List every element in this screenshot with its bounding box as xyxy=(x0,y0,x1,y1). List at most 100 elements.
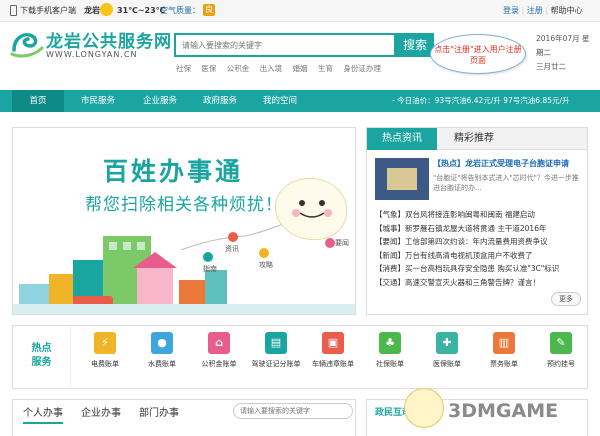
house-icon: ⌂ xyxy=(208,332,230,354)
affairs-search-input[interactable] xyxy=(233,403,353,419)
hot-search-words: 社保 医保 公积金 出入境 婚姻 生育 身份证办理 xyxy=(176,63,389,74)
tab-personal-affairs[interactable]: 个人办事 xyxy=(23,404,63,424)
hot-word-link[interactable]: 医保 xyxy=(201,64,216,73)
oil-price-ticker: - 今日油价：93号汽油6.42元/升 97号汽油6.85元/升 xyxy=(392,96,570,105)
mobile-phone-icon xyxy=(10,5,17,16)
nav-tab-my-space[interactable]: 我的空间 xyxy=(252,90,308,112)
water-drop-icon: ● xyxy=(151,332,173,354)
news-panel: 热点资讯 精彩推荐 【热点】龙岩正式受理电子台胞证申请 "台胞证"将告别本式进入… xyxy=(366,127,588,315)
heading-line: 热点 xyxy=(31,343,52,354)
leaf-icon: ♣ xyxy=(379,332,401,354)
heading-line: 服务 xyxy=(31,357,52,368)
hot-word-link[interactable]: 身份证办理 xyxy=(343,64,381,73)
service-label: 水费账单 xyxy=(148,360,176,368)
top-bar: 下载手机客户端 龙岩 31℃~23℃ 空气质量： 良 登录 | 注册 | 帮助中… xyxy=(0,0,600,22)
headline-summary: "台胞证"将告别本式进入"芯时代"？今进一步推进台胞证的办... xyxy=(433,174,579,192)
more-news-button[interactable]: 更多 xyxy=(551,292,581,306)
service-tile[interactable]: ✚ 医保账单 xyxy=(421,332,473,369)
building xyxy=(19,284,49,306)
mascot-character xyxy=(275,178,347,240)
account-links: 登录 | 注册 | 帮助中心 xyxy=(503,5,583,17)
building xyxy=(49,274,73,306)
medical-icon: ✚ xyxy=(436,332,458,354)
service-label: 电费账单 xyxy=(91,360,119,368)
news-item-link[interactable]: 【新闻】万台有线高清电视机顶盒用户不收费了 xyxy=(375,249,583,263)
hot-services-panel: 热点 服务 ⚡ 电费账单 ● 水费账单 ⌂ 公积金账单 ▤ 驾驶证记分账单 ▣ 车辆违章账单 ♣ 社保… xyxy=(12,325,588,389)
ticket-icon: ▥ xyxy=(493,332,515,354)
service-label: 医保账单 xyxy=(433,360,461,368)
service-label: 驾驶证记分账单 xyxy=(251,360,301,368)
tab-department-affairs[interactable]: 部门办事 xyxy=(139,404,179,419)
hot-word-link[interactable]: 公积金 xyxy=(227,64,250,73)
hot-services-heading: 热点 服务 xyxy=(13,326,71,388)
service-label: 预约挂号 xyxy=(547,360,575,368)
road xyxy=(13,304,355,314)
service-label: 社保账单 xyxy=(376,360,404,368)
nav-tab-home[interactable]: 首页 xyxy=(12,90,64,112)
tab-hot-news[interactable]: 热点资讯 xyxy=(367,128,437,150)
node-label: 指南 xyxy=(203,265,217,273)
air-quality-label: 空气质量： xyxy=(160,6,200,15)
air-quality-badge: 良 xyxy=(203,4,215,16)
watermark-mascot-icon xyxy=(404,388,444,428)
lunar-date: 三月廿二 xyxy=(536,62,566,71)
site-logo-url: WWW.LONGYAN.CN xyxy=(46,50,138,59)
city-name: 龙岩 xyxy=(84,6,100,15)
news-tab-bar: 热点资讯 精彩推荐 xyxy=(367,128,587,150)
main-nav: 首页 市民服务 企业服务 政府服务 我的空间 - 今日油价：93号汽油6.42元… xyxy=(0,90,600,112)
service-tile[interactable]: ▣ 车辆违章账单 xyxy=(307,332,359,369)
site-logo-title[interactable]: 龙岩公共服务网 xyxy=(46,27,172,52)
nav-tab-government[interactable]: 政府服务 xyxy=(192,90,248,112)
date-display: 2016年07月 星期二 三月廿二 xyxy=(536,32,596,74)
node-label: 资讯 xyxy=(225,245,239,253)
service-label: 票务账单 xyxy=(490,360,518,368)
tab-enterprise-affairs[interactable]: 企业办事 xyxy=(81,404,121,419)
news-item-link[interactable]: 【城事】新罗雁石镇龙屋大道将贯通 主干道2016年 xyxy=(375,222,583,236)
download-client-link[interactable]: 下载手机客户端 xyxy=(20,5,76,17)
service-label: 公积金账单 xyxy=(201,360,237,368)
search-input[interactable] xyxy=(174,33,396,57)
login-link[interactable]: 登录 xyxy=(503,6,519,15)
news-item-link[interactable]: 【交通】高速交警宣灭火器和三角警告牌？谨言！ xyxy=(375,276,583,290)
info-node-icon xyxy=(228,232,238,242)
watermark: 3DMGAME xyxy=(448,400,559,422)
building xyxy=(179,280,205,306)
service-tile[interactable]: ● 水费账单 xyxy=(136,332,188,369)
mascot-face-icon xyxy=(292,200,332,218)
building xyxy=(205,270,227,306)
promo-banner[interactable]: 百姓办事通 帮您扫除相关各种烦扰！ 资讯 指南 攻略 要闻 xyxy=(12,127,356,315)
news-item-link[interactable]: 【气象】双台风将接连影响闽粤和闽南 福建启动 xyxy=(375,208,583,222)
news-item-link[interactable]: 【消费】买一台高档玩具存安全隐患 购买认准"3C"标识 xyxy=(375,262,583,276)
news-item-link[interactable]: 【要闻】工信部第四次约谈：年内流量费用资费争议 xyxy=(375,235,583,249)
news-thumbnail[interactable] xyxy=(375,158,429,200)
service-tile[interactable]: ▥ 票务账单 xyxy=(478,332,530,369)
hot-word-link[interactable]: 出入境 xyxy=(260,64,283,73)
weather-sun-icon xyxy=(100,3,113,16)
search-button[interactable]: 搜索 xyxy=(396,33,434,57)
hot-word-link[interactable]: 社保 xyxy=(176,64,191,73)
nav-tab-enterprise[interactable]: 企业服务 xyxy=(132,90,188,112)
service-tile[interactable]: ✎ 预约挂号 xyxy=(535,332,587,369)
service-tile[interactable]: ⌂ 公积金账单 xyxy=(193,332,245,369)
headline-link[interactable]: 【热点】龙岩正式受理电子台胞证申请 xyxy=(433,158,583,169)
id-card-icon: ▤ xyxy=(265,332,287,354)
register-link[interactable]: 注册 xyxy=(527,6,543,15)
register-callout: 点击"注册"进入用户注册页面 xyxy=(430,34,526,74)
car-icon: ▣ xyxy=(322,332,344,354)
node-label: 攻略 xyxy=(259,261,273,269)
service-tile[interactable]: ♣ 社保账单 xyxy=(364,332,416,369)
help-center-link[interactable]: 帮助中心 xyxy=(551,6,583,15)
solar-date: 2016年07月 星期二 xyxy=(536,34,590,57)
logo-icon xyxy=(10,33,44,58)
service-tile[interactable]: ▤ 驾驶证记分账单 xyxy=(250,332,302,369)
tab-recommended[interactable]: 精彩推荐 xyxy=(441,128,507,150)
hot-word-link[interactable]: 生育 xyxy=(318,64,333,73)
hot-word-link[interactable]: 婚姻 xyxy=(293,64,308,73)
news-list: 【气象】双台风将接连影响闽粤和闽南 福建启动 【城事】新罗雁石镇龙屋大道将贯通 … xyxy=(375,208,583,289)
guide-node-icon xyxy=(203,252,213,262)
service-label: 车辆违章账单 xyxy=(312,360,354,368)
nav-tab-citizen[interactable]: 市民服务 xyxy=(70,90,126,112)
tips-node-icon xyxy=(259,248,269,258)
bank-building xyxy=(137,268,173,306)
service-tile[interactable]: ⚡ 电费账单 xyxy=(79,332,131,369)
